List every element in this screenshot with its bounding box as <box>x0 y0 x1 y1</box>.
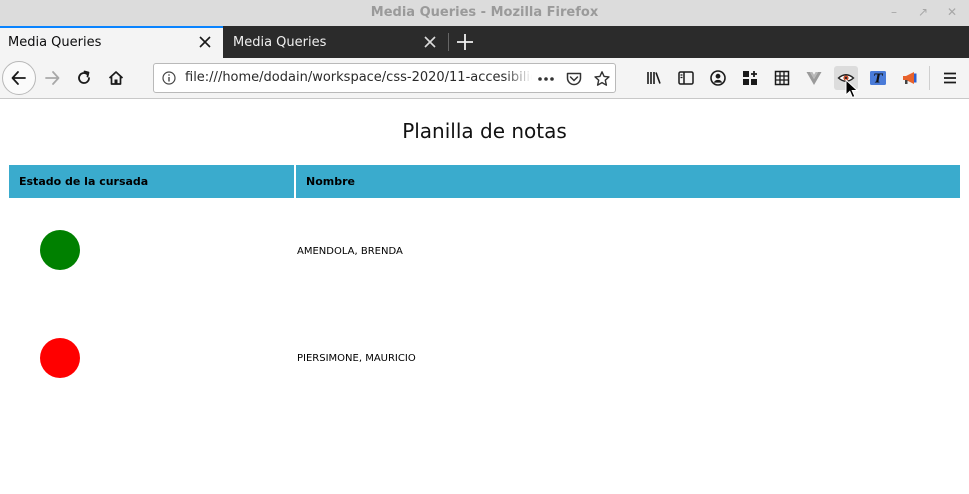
info-icon[interactable] <box>162 71 176 85</box>
close-window-icon[interactable]: ✕ <box>942 3 962 21</box>
url-fade <box>504 66 532 90</box>
translate-icon: T <box>870 71 886 86</box>
mouse-cursor-icon <box>845 79 859 99</box>
svg-text:T: T <box>874 72 884 86</box>
status-indicator <box>40 230 80 270</box>
account-icon <box>710 70 726 86</box>
page-title: Planilla de notas <box>402 119 567 143</box>
sidebar-icon <box>678 71 694 85</box>
window-title: Media Queries - Mozilla Firefox <box>370 5 599 20</box>
home-button[interactable] <box>100 62 132 94</box>
account-button[interactable] <box>706 66 730 90</box>
tab-media-queries-2[interactable]: Media Queries <box>223 26 448 58</box>
pocket-button[interactable] <box>564 69 584 89</box>
page-content: Planilla de notas Estado de la cursada N… <box>0 100 969 494</box>
bookmark-star-icon <box>594 71 610 86</box>
megaphone-extension-button[interactable] <box>898 66 922 90</box>
table-header-label: Nombre <box>306 175 355 188</box>
tab-label: Media Queries <box>233 35 327 50</box>
url-text[interactable]: file:///home/dodain/workspace/css-2020/1… <box>185 70 532 85</box>
reload-icon <box>78 70 90 84</box>
student-name: AMENDOLA, BRENDA <box>297 246 403 257</box>
library-icon <box>647 72 661 84</box>
page-actions-button[interactable] <box>536 69 556 89</box>
window-titlebar: Media Queries - Mozilla Firefox – ↗ ✕ <box>0 0 969 26</box>
forward-icon <box>45 71 60 85</box>
table-header-name: Nombre <box>296 165 960 198</box>
close-tab-icon[interactable] <box>422 34 438 50</box>
new-tab-icon[interactable] <box>453 28 477 56</box>
table-header-label: Estado de la cursada <box>19 175 149 188</box>
bookmark-button[interactable] <box>592 69 612 89</box>
menu-icon <box>944 72 956 84</box>
tab-media-queries-1[interactable]: Media Queries <box>0 26 223 58</box>
vue-devtools-button[interactable] <box>802 66 826 90</box>
sidebar-button[interactable] <box>674 66 698 90</box>
back-icon <box>11 71 26 85</box>
toolbar-separator <box>929 66 930 90</box>
close-tab-icon[interactable] <box>197 34 213 50</box>
home-icon <box>108 71 124 85</box>
url-bar[interactable]: file:///home/dodain/workspace/css-2020/1… <box>153 63 616 93</box>
megaphone-icon <box>903 72 917 84</box>
back-button[interactable] <box>2 61 36 95</box>
reload-button[interactable] <box>68 62 100 94</box>
student-name: PIERSIMONE, MAURICIO <box>297 353 416 364</box>
status-indicator <box>40 338 80 378</box>
navigation-toolbar: file:///home/dodain/workspace/css-2020/1… <box>0 58 969 99</box>
minimize-icon[interactable]: – <box>884 3 904 21</box>
translate-extension-button[interactable]: T <box>866 66 890 90</box>
tab-label: Media Queries <box>8 35 102 50</box>
vue-icon <box>806 72 822 85</box>
main-menu-button[interactable] <box>938 66 962 90</box>
forward-button[interactable] <box>36 62 68 94</box>
table-header-status: Estado de la cursada <box>9 165 294 198</box>
extension-grid-icon <box>743 71 757 85</box>
library-button[interactable] <box>642 66 666 90</box>
extension-grid-button[interactable] <box>738 66 762 90</box>
table-extension-button[interactable] <box>770 66 794 90</box>
restore-icon[interactable]: ↗ <box>913 3 933 21</box>
pocket-icon <box>566 72 582 86</box>
tab-separator <box>448 33 449 51</box>
table-icon <box>774 70 790 86</box>
page-actions-icon <box>538 77 554 81</box>
